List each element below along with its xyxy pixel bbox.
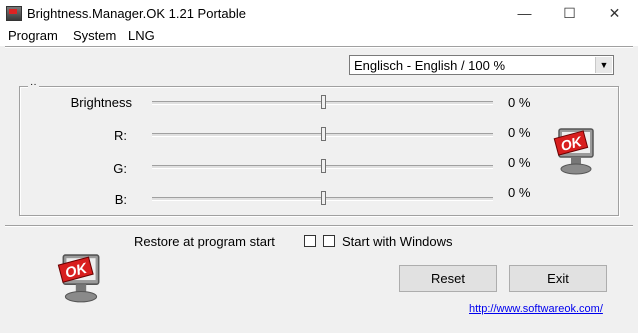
- green-slider-thumb[interactable]: [320, 159, 326, 173]
- ok-monitor-logo: OK: [57, 254, 100, 303]
- blue-label: B:: [114, 192, 127, 207]
- chevron-down-icon[interactable]: ▼: [595, 57, 612, 73]
- menu-lng[interactable]: LNG: [128, 28, 155, 43]
- brightness-slider-thumb[interactable]: [320, 95, 326, 109]
- window-title: Brightness.Manager.OK 1.21 Portable: [27, 6, 246, 21]
- red-label: R:: [114, 128, 127, 143]
- menu-bar: Program System LNG: [0, 27, 638, 46]
- brightness-value: 0 %: [508, 95, 531, 110]
- restore-label: Restore at program start: [134, 234, 275, 249]
- website-link[interactable]: http://www.softwareok.com/: [469, 303, 603, 315]
- green-value: 0 %: [508, 155, 531, 170]
- maximize-button[interactable]: ☐: [547, 0, 592, 27]
- red-slider-thumb[interactable]: [320, 127, 326, 141]
- brightness-label: Brightness: [70, 95, 132, 110]
- menu-program[interactable]: Program: [8, 28, 58, 43]
- restore-checkbox[interactable]: [304, 235, 316, 247]
- top-divider: [5, 46, 633, 48]
- red-value: 0 %: [508, 125, 531, 140]
- menu-system[interactable]: System: [73, 28, 116, 43]
- language-select[interactable]: Englisch - English / 100 % ▼: [349, 55, 614, 75]
- blue-value: 0 %: [508, 185, 531, 200]
- blue-slider-thumb[interactable]: [320, 191, 326, 205]
- language-select-value: Englisch - English / 100 %: [354, 58, 506, 73]
- start-with-windows-label: Start with Windows: [342, 234, 453, 249]
- group-marker: ··: [28, 79, 39, 90]
- reset-button[interactable]: Reset: [399, 265, 497, 292]
- title-bar: Brightness.Manager.OK 1.21 Portable — ☐ …: [0, 0, 638, 28]
- exit-button[interactable]: Exit: [509, 265, 607, 292]
- green-label: G:: [113, 161, 127, 176]
- bottom-divider: [5, 225, 633, 227]
- close-button[interactable]: ✕: [592, 0, 637, 27]
- start-with-windows-checkbox[interactable]: [323, 235, 335, 247]
- ok-monitor-icon: OK: [553, 128, 594, 175]
- status-bar: [0, 318, 638, 333]
- minimize-button[interactable]: —: [502, 0, 547, 27]
- app-icon: [6, 6, 22, 21]
